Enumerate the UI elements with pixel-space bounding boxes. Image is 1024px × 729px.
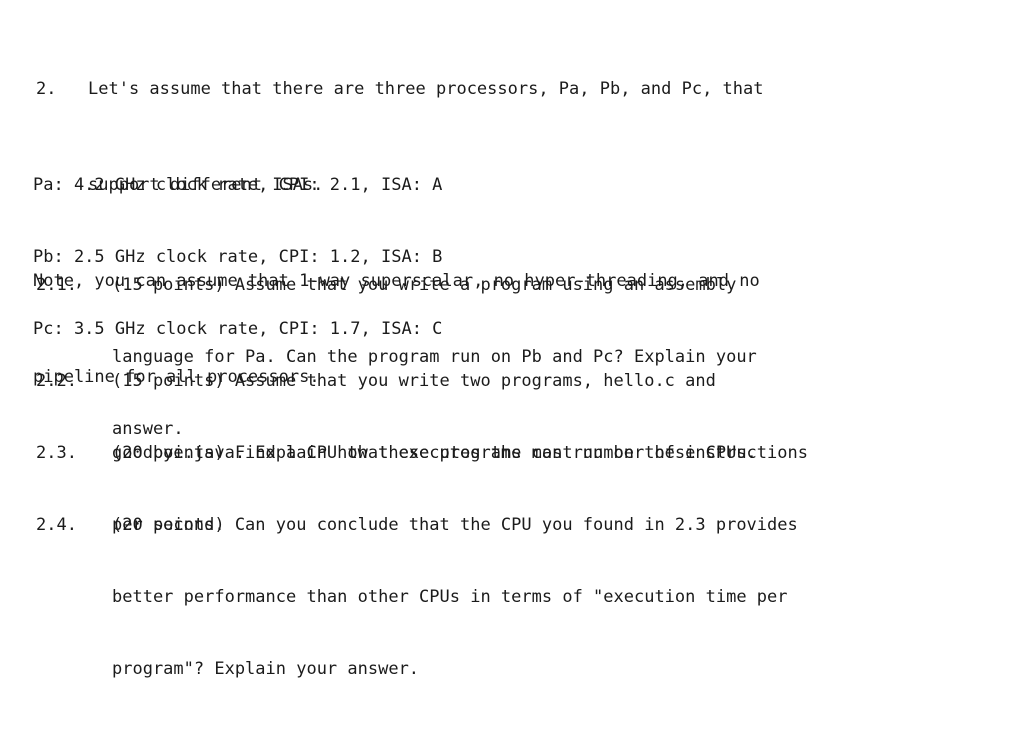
subquestion-2-1-first-line: 2.1. (15 points) Assume that you write a …: [0, 273, 1024, 297]
processor-spec-line-pa: Pa: 4.2 GHz clock rate, CPI: 2.1, ISA: A: [33, 175, 443, 195]
subquestion-2-4: 2.4. (20 points) Can you conclude that th…: [0, 465, 1024, 729]
subquestion-2-1-label: 2.1.: [36, 275, 77, 295]
subquestion-2-4-line-2: better performance than other CPUs in te…: [112, 587, 788, 607]
document-page: 2. Let's assume that there are three proc…: [0, 0, 1024, 679]
subquestion-2-4-line-3: program"? Explain your answer.: [112, 659, 420, 679]
question-number: 2.: [36, 79, 57, 99]
question-stem-first-line: 2. Let's assume that there are three proc…: [0, 77, 1024, 101]
subquestion-2-4-line-1: (20 points) Can you conclude that the CP…: [112, 515, 798, 535]
subquestion-2-3-label: 2.3.: [36, 443, 77, 463]
subquestion-2-1-line-1: (15 points) Assume that you write a prog…: [112, 275, 737, 295]
subquestion-2-3-line-1: (20 points) Find a CPU that executes the…: [112, 443, 808, 463]
question-stem-line-1: Let's assume that there are three proces…: [88, 79, 764, 99]
subquestion-2-4-first-line: 2.4. (20 points) Can you conclude that th…: [0, 513, 1024, 537]
subquestion-2-2-label: 2.2.: [36, 371, 77, 391]
subquestion-2-4-label: 2.4.: [36, 515, 77, 535]
subquestion-2-2-line-1: (15 points) Assume that you write two pr…: [112, 371, 716, 391]
subquestion-2-3-first-line: 2.3. (20 points) Find a CPU that executes…: [0, 441, 1024, 465]
subquestion-2-2-first-line: 2.2. (15 points) Assume that you write tw…: [0, 369, 1024, 393]
